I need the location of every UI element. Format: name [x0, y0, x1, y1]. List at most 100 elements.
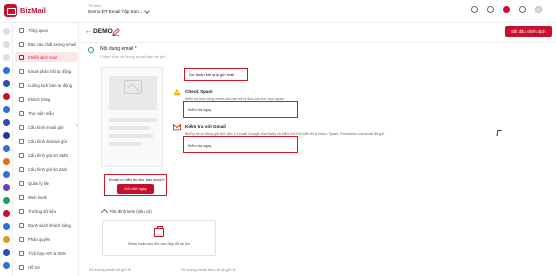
sidebar-item-sender-domain[interactable]: Cấu hình domain gửi [15, 136, 77, 146]
dropzone-text: Nhấn hoặc kéo file vào đây để tải lên [127, 242, 191, 246]
sidebar-item-overview[interactable]: Tổng quan [15, 25, 77, 35]
sidebar-item-auto-reply[interactable]: Email phản hồi tự động [15, 66, 77, 76]
image-placeholder-icon [124, 80, 142, 94]
envelope-icon [19, 124, 24, 130]
gmail-title: Kiểm tra với Gmail [185, 124, 226, 129]
email-preview-thumbnail[interactable] [101, 67, 163, 167]
code-icon [19, 250, 24, 256]
rail-app-icon[interactable] [3, 210, 10, 217]
rail-app-icon[interactable] [3, 171, 10, 178]
org-selector[interactable]: Tổ chức Demo ĐT Email Tập tran... [88, 4, 151, 14]
start-campaign-button[interactable]: Bắt đầu chiến dịch [505, 26, 552, 37]
refresh-icon[interactable] [471, 6, 478, 13]
rail-app-icon[interactable] [3, 158, 10, 165]
sidebar: Tổng quan Báo cáo chất lượng email Chiến… [13, 23, 79, 276]
bell-icon[interactable] [519, 6, 526, 13]
avatar[interactable] [535, 6, 542, 13]
page-title: DEMO [93, 28, 113, 35]
warning-icon [173, 88, 181, 96]
org-value: Demo ĐT Email Tập tran... [88, 9, 143, 14]
file-dropzone[interactable]: Nhấn hoặc kéo file vào đây để tải lên [102, 220, 216, 256]
webhook-icon [19, 194, 24, 200]
pencil-icon[interactable] [112, 28, 120, 36]
gmail-check-button[interactable]: Kiểm tra ngay [188, 144, 211, 148]
spam-description: Kiểm tra khả năng email của bạn sẽ bị đư… [185, 97, 285, 101]
page-header: ← DEMO Bắt đầu chiến dịch [80, 23, 556, 43]
rail-app-icon[interactable] [3, 93, 10, 100]
app-rail [0, 23, 13, 276]
sidebar-item-permissions[interactable]: Phân quyền [15, 234, 77, 244]
sidebar-item-template-library[interactable]: Thư viện mẫu [15, 108, 77, 118]
rail-app-icon[interactable] [3, 106, 10, 113]
sms-icon [19, 152, 24, 158]
globe-icon [19, 138, 24, 144]
sidebar-item-automation-flow[interactable]: Luồng kịch bản tự động [15, 80, 77, 90]
report-icon [19, 41, 24, 47]
support-icon [19, 264, 24, 270]
check-circle-icon [88, 47, 94, 53]
sidebar-item-zalo-config[interactable]: Cấu hình gửi tin Zalo [15, 164, 77, 174]
section-title: Nội dung email * [100, 46, 137, 52]
rail-app-icon[interactable] [3, 145, 10, 152]
rail-app-icon[interactable] [3, 41, 10, 48]
top-bar: BizMail Tổ chức Demo ĐT Email Tập tran..… [0, 0, 556, 23]
back-arrow-icon[interactable]: ← [85, 28, 92, 35]
rail-app-icon[interactable] [3, 80, 10, 87]
sidebar-item-support[interactable]: Hỗ trợ [15, 262, 77, 272]
rail-app-icon[interactable] [3, 262, 10, 269]
app-name: BizMail [20, 6, 46, 15]
org-label: Tổ chức [88, 4, 102, 8]
sidebar-item-webhook[interactable]: Web hook [15, 192, 77, 202]
mail-icon [19, 54, 24, 60]
key-icon [19, 236, 24, 242]
logo[interactable]: BizMail [4, 4, 46, 17]
notification-icon[interactable] [503, 6, 510, 13]
rail-app-icon[interactable] [3, 197, 10, 204]
gmail-icon [173, 123, 181, 131]
sidebar-item-customer-list[interactable]: Danh sách khách hàng [15, 220, 77, 230]
home-icon [19, 27, 24, 33]
section-subtitle: Chỉnh sửa nội dung email bạn sẽ gửi [100, 54, 166, 59]
rail-app-icon[interactable] [3, 249, 10, 256]
sidebar-item-data-fields[interactable]: Trường dữ liệu [15, 206, 77, 216]
gmail-description: BizFly sẽ tự động gửi thử đến 13 email G… [185, 132, 385, 136]
upload-icon [100, 208, 109, 217]
list-icon [19, 222, 24, 228]
rail-app-icon[interactable] [3, 119, 10, 126]
rail-app-icon[interactable] [3, 28, 10, 35]
chat-icon [19, 166, 24, 172]
sidebar-item-api-sdk[interactable]: Tích hợp API & SDK [15, 248, 77, 258]
predict-result-button[interactable]: Dự đoán kết quả gửi mail [184, 68, 248, 81]
send-test-button[interactable]: Gửi thử ngay [117, 184, 154, 194]
sidebar-item-quality-report[interactable]: Báo cáo chất lượng email [15, 39, 77, 49]
sidebar-item-sender-email[interactable]: Cấu hình email gửi [15, 122, 77, 132]
main-content: ← DEMO Bắt đầu chiến dịch Nội dung email… [80, 23, 556, 276]
rail-app-icon[interactable] [3, 184, 10, 191]
attachment-label: File đính kèm (nếu có) [100, 208, 152, 217]
rail-app-icon[interactable] [3, 236, 10, 243]
chevron-down-icon [144, 7, 151, 14]
actual-emails-label: Số lượng email thực tế sẽ gửi đi [181, 268, 236, 272]
mouse-cursor-icon [496, 130, 502, 136]
template-icon [19, 110, 24, 116]
app-root: BizMail Tổ chức Demo ĐT Email Tập tran..… [0, 0, 556, 276]
sidebar-item-customers[interactable]: Khách hàng [15, 94, 77, 104]
help-icon[interactable] [487, 6, 494, 13]
briefcase-icon [154, 226, 164, 237]
sidebar-item-file-manager[interactable]: Quản lý file [15, 178, 77, 188]
rail-app-icon[interactable] [3, 223, 10, 230]
flow-icon [19, 82, 24, 88]
field-icon [19, 208, 24, 214]
reply-icon [19, 68, 24, 74]
send-test-panel: Email có hiển thị như bạn muốn? Gửi thử … [104, 174, 167, 196]
mail-logo-icon [4, 4, 17, 17]
folder-icon [19, 180, 24, 186]
users-icon [19, 96, 24, 102]
sidebar-item-sms-config[interactable]: Cấu hình gửi tin SMS [15, 150, 77, 160]
spam-check-button[interactable]: Kiểm tra ngay [188, 108, 211, 112]
rail-app-icon[interactable] [3, 132, 10, 139]
emails-to-send-label: Số lượng email sẽ gửi đi [89, 268, 131, 272]
rail-app-icon[interactable] [3, 54, 10, 61]
sidebar-item-campaigns[interactable]: Chiến dịch mail [15, 52, 77, 62]
rail-app-icon[interactable] [3, 67, 10, 74]
